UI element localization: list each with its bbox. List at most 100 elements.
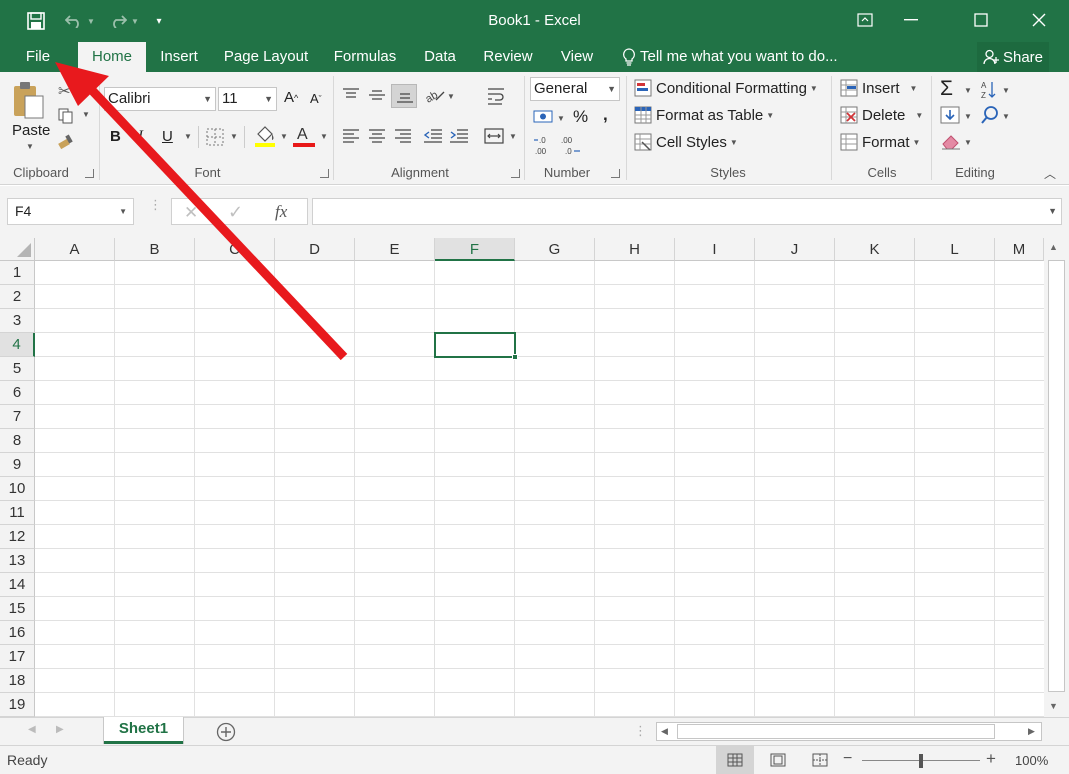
column-header-e[interactable]: E <box>355 238 435 261</box>
zoom-level[interactable]: 100% <box>1015 753 1048 768</box>
row-header-4[interactable]: 4 <box>0 333 35 357</box>
copy-dropdown-icon[interactable]: ▼ <box>82 110 90 119</box>
zoom-slider-thumb[interactable] <box>919 754 923 768</box>
font-name-select[interactable]: Calibri ▼ <box>104 87 216 111</box>
merge-dropdown-icon[interactable]: ▼ <box>509 132 517 141</box>
cut-icon[interactable]: ✂ <box>58 82 71 100</box>
scroll-right-icon[interactable]: ▶ <box>1028 726 1035 737</box>
find-dropdown-icon[interactable]: ▼ <box>1002 112 1010 121</box>
number-launcher-icon[interactable] <box>611 169 620 178</box>
tab-data[interactable]: Data <box>414 42 466 72</box>
column-header-m[interactable]: M <box>995 238 1044 261</box>
bold-button[interactable]: B <box>110 128 121 145</box>
sort-dropdown-icon[interactable]: ▼ <box>1002 86 1010 95</box>
bottom-align-button[interactable] <box>391 84 417 108</box>
zoom-out-icon[interactable]: − <box>843 750 852 768</box>
scroll-up-icon[interactable]: ▲ <box>1049 242 1058 252</box>
wrap-text-icon[interactable] <box>486 86 506 109</box>
column-header-k[interactable]: K <box>835 238 915 261</box>
row-header-16[interactable]: 16 <box>0 621 35 645</box>
column-header-a[interactable]: A <box>35 238 115 261</box>
fill-color-icon[interactable] <box>254 124 276 151</box>
row-header-3[interactable]: 3 <box>0 309 35 333</box>
format-painter-icon[interactable] <box>58 134 76 153</box>
tell-me-search[interactable]: Tell me what you want to do... <box>622 42 838 72</box>
accounting-format-icon[interactable] <box>533 108 555 129</box>
clipboard-launcher-icon[interactable] <box>85 169 94 178</box>
row-header-17[interactable]: 17 <box>0 645 35 669</box>
autosum-icon[interactable]: Σ <box>940 77 953 101</box>
insert-function-button[interactable]: fx <box>275 202 287 222</box>
share-button[interactable]: Share <box>977 42 1049 72</box>
row-header-2[interactable]: 2 <box>0 285 35 309</box>
column-header-h[interactable]: H <box>595 238 675 261</box>
middle-align-icon[interactable] <box>368 87 386 106</box>
conditional-formatting-button[interactable]: Conditional Formatting ▼ <box>634 79 818 97</box>
scroll-left-icon[interactable]: ◀ <box>661 726 668 737</box>
decrease-indent-icon[interactable] <box>423 128 443 147</box>
row-header-15[interactable]: 15 <box>0 597 35 621</box>
fill-color-dropdown-icon[interactable]: ▼ <box>280 132 288 141</box>
enter-icon[interactable]: ✓ <box>228 202 243 223</box>
row-header-12[interactable]: 12 <box>0 525 35 549</box>
paste-dropdown-icon[interactable]: ▼ <box>26 142 34 151</box>
increase-decimal-icon[interactable]: .0.00 <box>534 134 556 159</box>
fill-dropdown-icon[interactable]: ▼ <box>964 112 972 121</box>
previous-sheet-icon[interactable]: ◀ <box>28 724 36 735</box>
normal-view-button[interactable] <box>716 746 754 774</box>
column-header-l[interactable]: L <box>915 238 995 261</box>
orientation-dropdown-icon[interactable]: ▼ <box>447 92 455 101</box>
horizontal-scroll-thumb[interactable] <box>677 724 995 739</box>
new-sheet-icon[interactable] <box>216 722 236 745</box>
format-cells-button[interactable]: Format ▼ <box>840 133 920 151</box>
row-header-1[interactable]: 1 <box>0 261 35 285</box>
sort-filter-icon[interactable]: AZ <box>980 80 998 103</box>
tab-page-layout[interactable]: Page Layout <box>218 42 314 72</box>
row-header-10[interactable]: 10 <box>0 477 35 501</box>
underline-dropdown-icon[interactable]: ▼ <box>184 132 192 141</box>
tab-view[interactable]: View <box>552 42 602 72</box>
vertical-scrollbar[interactable]: ▲ ▼ <box>1044 238 1069 717</box>
column-header-g[interactable]: G <box>515 238 595 261</box>
row-header-14[interactable]: 14 <box>0 573 35 597</box>
top-align-icon[interactable] <box>342 87 360 106</box>
find-select-icon[interactable] <box>980 105 1000 128</box>
align-left-icon[interactable] <box>342 128 360 147</box>
row-header-8[interactable]: 8 <box>0 429 35 453</box>
font-size-select[interactable]: 11 ▼ <box>218 87 277 111</box>
clear-dropdown-icon[interactable]: ▼ <box>964 138 972 147</box>
name-box[interactable]: F4 ▼ <box>7 198 134 225</box>
copy-icon[interactable] <box>58 108 74 127</box>
borders-dropdown-icon[interactable]: ▼ <box>230 132 238 141</box>
maximize-icon[interactable] <box>958 6 1004 34</box>
align-right-icon[interactable] <box>394 128 412 147</box>
active-cell[interactable] <box>434 332 518 360</box>
autosum-dropdown-icon[interactable]: ▼ <box>964 86 972 95</box>
delete-cells-button[interactable]: Delete ▼ <box>840 106 923 124</box>
tab-home[interactable]: Home <box>78 42 146 73</box>
orientation-icon[interactable]: ab <box>423 86 446 107</box>
italic-button[interactable]: I <box>138 128 143 145</box>
align-center-icon[interactable] <box>368 128 386 147</box>
column-header-i[interactable]: I <box>675 238 755 261</box>
font-color-dropdown-icon[interactable]: ▼ <box>320 132 328 141</box>
font-launcher-icon[interactable] <box>320 169 329 178</box>
horizontal-scrollbar[interactable]: ◀ <box>656 722 1042 741</box>
fill-icon[interactable] <box>940 106 960 127</box>
page-layout-view-icon[interactable] <box>770 753 786 770</box>
expand-formula-bar-icon[interactable]: ▼ <box>1048 206 1057 216</box>
tab-insert[interactable]: Insert <box>152 42 206 72</box>
scroll-down-icon[interactable]: ▼ <box>1049 701 1058 711</box>
minimize-icon[interactable] <box>888 6 934 34</box>
select-all-button[interactable] <box>0 238 35 261</box>
row-header-11[interactable]: 11 <box>0 501 35 525</box>
row-header-6[interactable]: 6 <box>0 381 35 405</box>
column-header-c[interactable]: C <box>195 238 275 261</box>
row-header-9[interactable]: 9 <box>0 453 35 477</box>
number-format-select[interactable]: General ▼ <box>530 77 620 101</box>
paste-button[interactable]: Paste ▼ <box>10 80 50 160</box>
clear-icon[interactable] <box>940 132 962 153</box>
row-header-5[interactable]: 5 <box>0 357 35 381</box>
percent-style-button[interactable]: % <box>573 107 588 127</box>
column-header-j[interactable]: J <box>755 238 835 261</box>
